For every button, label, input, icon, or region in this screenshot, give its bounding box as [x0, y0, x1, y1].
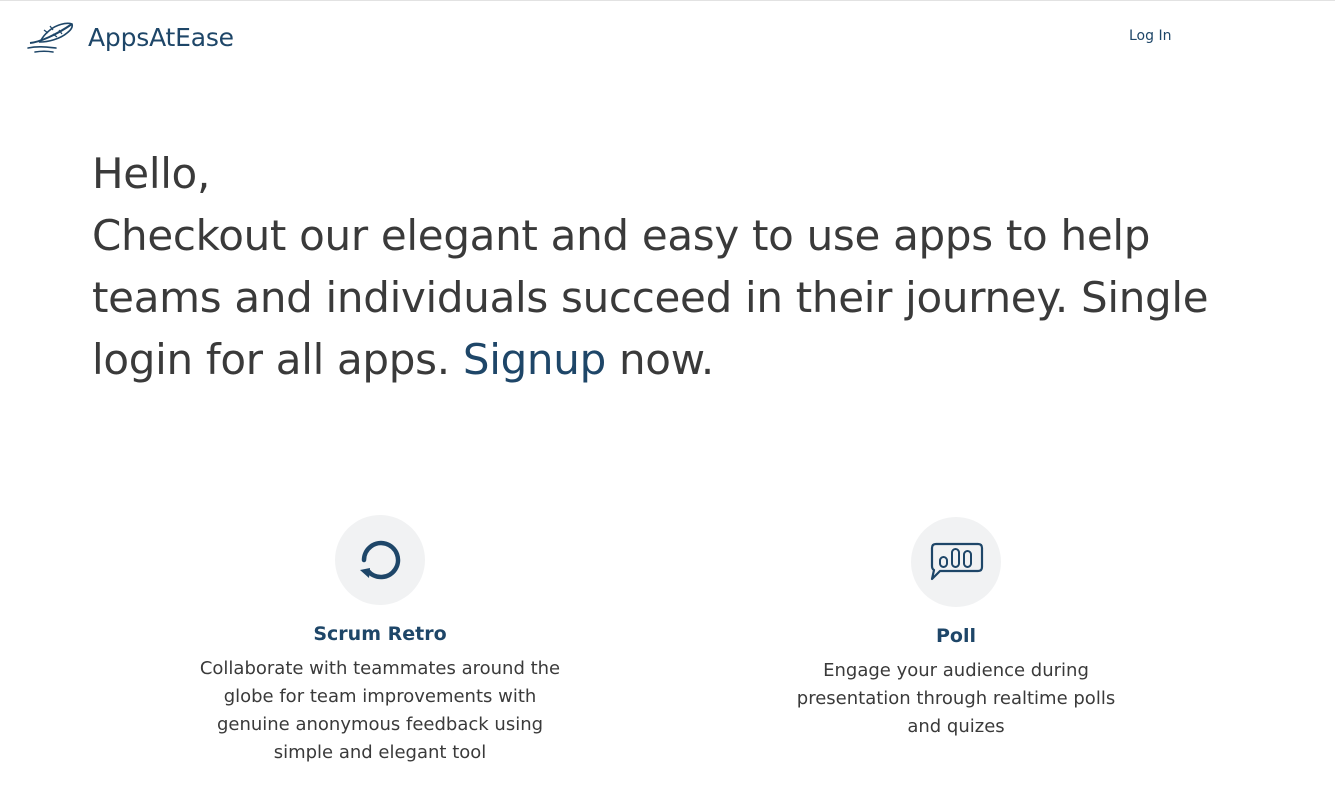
poll-chat-icon	[930, 542, 984, 581]
signup-link[interactable]: Signup	[463, 335, 606, 384]
brand-logo-link[interactable]: AppsAtEase	[26, 21, 234, 55]
scrum-retro-icon-button[interactable]	[335, 515, 425, 605]
hero-text-tail: now.	[605, 335, 714, 384]
hero-text: Checkout our elegant and easy to use app…	[92, 205, 1232, 391]
app-card-scrum-retro: Scrum Retro Collaborate with teammates a…	[180, 515, 580, 767]
hero-greeting: Hello,	[92, 149, 211, 198]
hero-section: Hello, Checkout our elegant and easy to …	[92, 143, 1232, 391]
app-description: Engage your audience during presentation…	[796, 660, 1116, 737]
brand-name: AppsAtEase	[88, 23, 234, 52]
app-title[interactable]: Poll	[756, 624, 1156, 648]
feather-icon	[27, 22, 74, 53]
app-card-poll: Poll Engage your audience during present…	[756, 517, 1156, 741]
poll-icon-button[interactable]	[911, 517, 1001, 607]
app-title[interactable]: Scrum Retro	[180, 622, 580, 646]
app-description: Collaborate with teammates around the gl…	[199, 658, 561, 763]
refresh-cycle-icon	[360, 540, 401, 580]
login-link[interactable]: Log In	[1129, 28, 1171, 44]
